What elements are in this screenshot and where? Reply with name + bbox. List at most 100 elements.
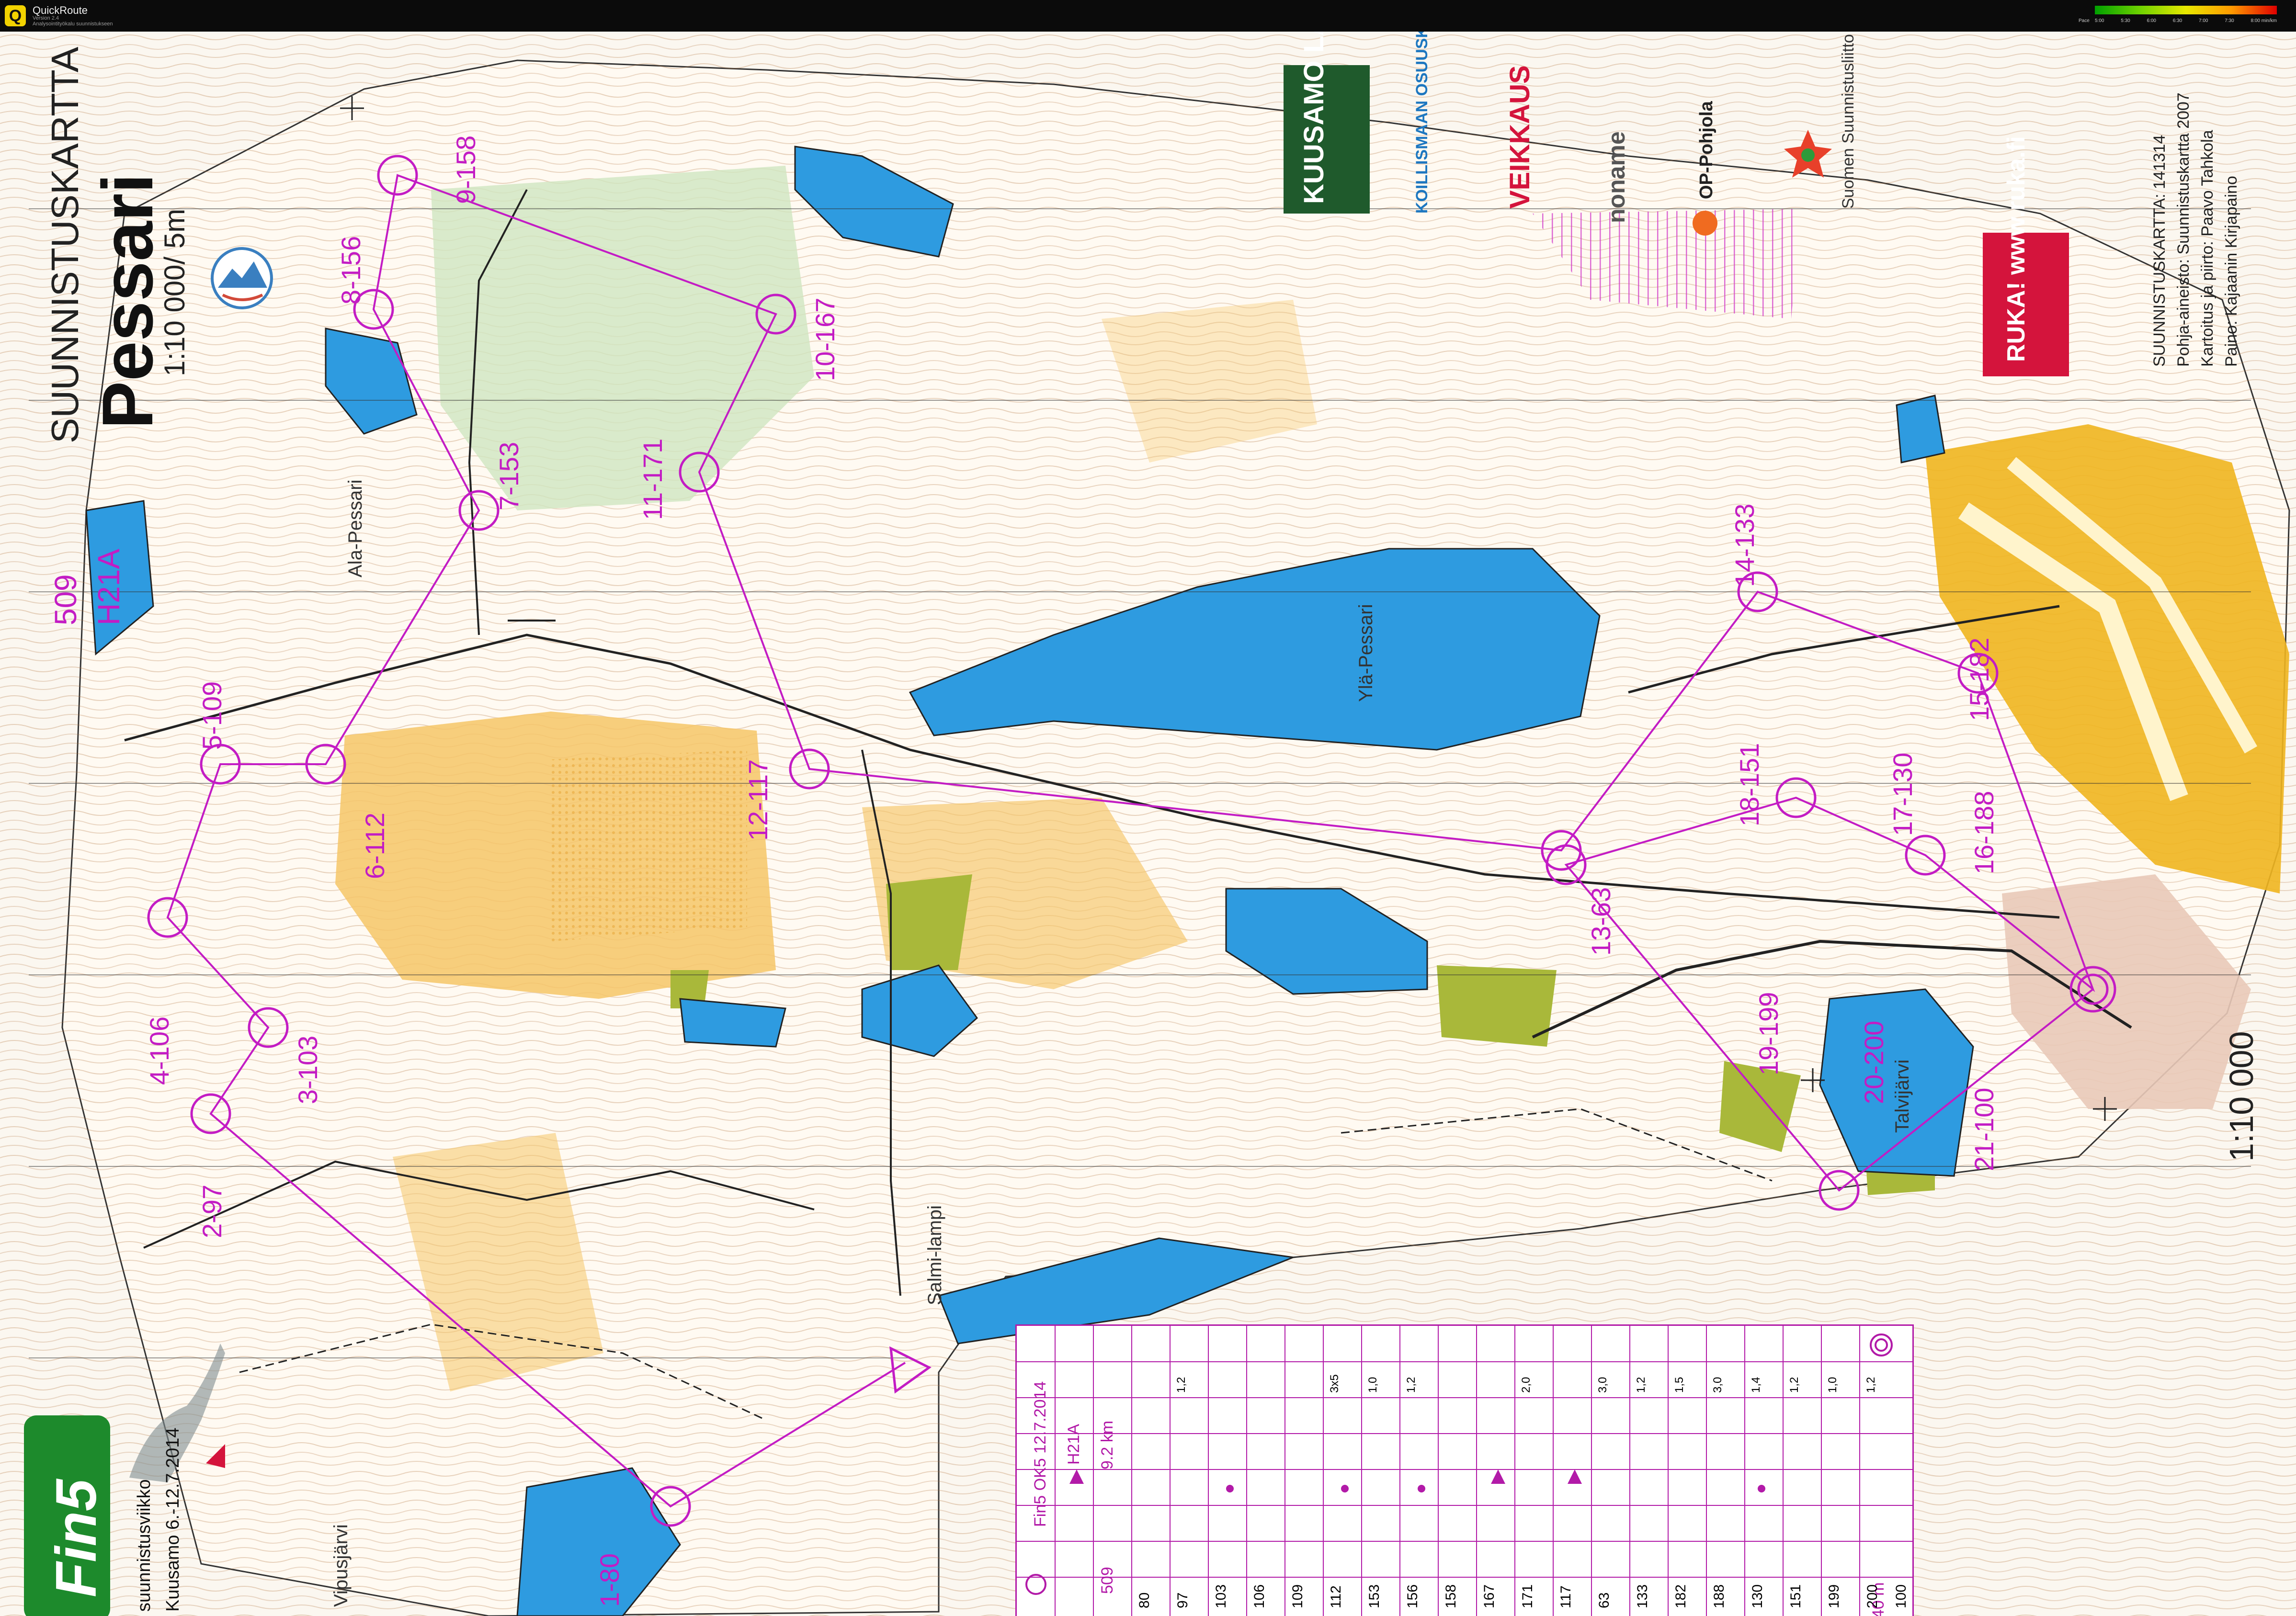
map-scale: 1:10 000/ 5m xyxy=(159,208,191,376)
place-name: Vipusjärvi xyxy=(330,1524,352,1607)
control-label: 2-97 xyxy=(197,1184,227,1238)
control-circle-6 xyxy=(305,744,346,785)
sponsor-name: VEIKKAUS xyxy=(1504,65,1535,209)
sheet-row-code: 200 xyxy=(1864,1584,1880,1608)
description-grid xyxy=(1017,1326,1912,1616)
credits-line: Pohja-aineisto: Suunnistuskartta 2007 xyxy=(2174,92,2193,367)
sponsor-name: RUKA! www.ruka.fi xyxy=(2002,136,2030,362)
course-class: H21A xyxy=(91,548,126,625)
sheet-course: 509 xyxy=(1098,1567,1116,1594)
sheet-row-code: 97 xyxy=(1175,1592,1191,1608)
sponsor-name: Suomen Suunnistusliitto xyxy=(1839,34,1857,209)
sheet-title: Fin5 OK5 12.7.2014 xyxy=(1031,1381,1049,1527)
sheet-dimension: 2,0 xyxy=(1520,1377,1533,1393)
control-label: 17-130 xyxy=(1887,752,1918,836)
control-description-sheet: Fin5 OK5 12.7.2014 H21A 509 9.2 km 140 m… xyxy=(1015,1324,1914,1616)
sponsor-logo-koillismaan: KOILLISMAAN OSUUSKAUPPA xyxy=(1408,32,1466,223)
sheet-row-code: 109 xyxy=(1290,1584,1306,1608)
pace-tick: 7:00 xyxy=(2199,18,2208,23)
control-label: 14-133 xyxy=(1729,503,1760,587)
control-circle-7 xyxy=(458,490,500,531)
suunnistusliitto-logo-icon xyxy=(1784,130,1832,178)
credits-line: Paino: Kajaanin Kirjapaino xyxy=(2222,176,2240,367)
pace-tick: 6:00 xyxy=(2147,18,2156,23)
control-label: 10-167 xyxy=(810,297,840,381)
sheet-row-code: 130 xyxy=(1750,1584,1765,1608)
control-label: 9-158 xyxy=(451,135,481,204)
control-label: 19-199 xyxy=(1753,992,1784,1075)
credits-line: SUUNNISTUSKARTTA: 141314 xyxy=(2150,135,2169,367)
sponsor-logo-noname: noname xyxy=(1600,79,1638,223)
control-circle-2 xyxy=(190,1093,231,1134)
sponsor-logo-veikkaus: VEIKKAUS xyxy=(1499,65,1547,214)
pace-tick: 6:30 xyxy=(2172,18,2182,23)
control-circle-10 xyxy=(755,294,796,335)
control-circle-16 xyxy=(1905,835,1946,876)
control-circle-11 xyxy=(679,452,720,493)
control-circle-19 xyxy=(1819,1170,1860,1211)
sheet-row-code: 80 xyxy=(1137,1592,1152,1608)
control-circle-4 xyxy=(147,897,188,938)
app-title: QuickRoute xyxy=(33,4,88,16)
orienteering-map[interactable]: 1-80 2-97 3-103 4-106 5-109 6-112 7-153 … xyxy=(0,32,2296,1616)
finish-circle-inner xyxy=(2077,973,2109,1005)
sheet-class: H21A xyxy=(1065,1424,1083,1465)
app-titlebar: Q QuickRoute Version 2.4 Analysointityök… xyxy=(0,0,2296,32)
course-number: 509 xyxy=(48,574,83,625)
sponsor-name: KOILLISMAAN OSUUSKAUPPA xyxy=(1413,32,1431,214)
control-circle-3 xyxy=(248,1007,289,1048)
control-label: 21-100 xyxy=(1969,1087,1999,1171)
pace-tick: 7:30 xyxy=(2225,18,2234,23)
sheet-row-code: 112 xyxy=(1328,1585,1344,1608)
app-title-block: QuickRoute Version 2.4 Analysointityökal… xyxy=(33,5,113,27)
sheet-dimension: 1,0 xyxy=(1826,1377,1839,1393)
app-description: Analysointityökalu suunnistukseen xyxy=(33,21,113,27)
pace-tick: 8:00 min/km xyxy=(2251,18,2277,23)
pace-legend-label: Pace xyxy=(2079,18,2090,23)
sheet-dimension: 1,2 xyxy=(1175,1377,1188,1393)
sheet-dimension: 3x5 xyxy=(1328,1374,1341,1393)
sheet-row-code: 167 xyxy=(1481,1584,1497,1608)
sheet-row-code: 158 xyxy=(1443,1584,1459,1608)
sheet-dimension: 1,2 xyxy=(1635,1377,1648,1393)
place-name: Ylä-Pessari xyxy=(1355,604,1376,702)
sheet-row-code: 151 xyxy=(1788,1584,1804,1608)
control-label: 16-188 xyxy=(1969,791,1999,874)
control-label: 8-156 xyxy=(336,236,366,305)
sheet-dimension: 1,2 xyxy=(1864,1377,1877,1393)
sheet-dimension: 1,5 xyxy=(1673,1377,1686,1393)
sheet-row-code: 103 xyxy=(1213,1584,1229,1608)
control-label: 3-103 xyxy=(293,1035,323,1104)
sponsor-name: noname xyxy=(1603,131,1630,223)
event-name: suunnistusviikko xyxy=(134,1479,154,1612)
sheet-row-code: 171 xyxy=(1520,1584,1535,1608)
sponsor-name: KUUSAMO LAPLAND xyxy=(1298,32,1330,204)
sheet-row-code: 100 xyxy=(1893,1584,1909,1608)
sheet-row-code: 156 xyxy=(1405,1584,1421,1608)
sheet-dimension: 3,0 xyxy=(1596,1377,1609,1393)
sheet-row-code: 153 xyxy=(1366,1584,1382,1608)
op-logo-icon xyxy=(1693,211,1717,236)
place-name: Talvijärvi xyxy=(1892,1059,1913,1133)
sheet-row-code: 188 xyxy=(1711,1584,1727,1608)
sheet-dimension: 3,0 xyxy=(1711,1377,1724,1393)
control-label: 11-171 xyxy=(637,438,668,520)
control-label: 5-109 xyxy=(197,681,227,750)
app-version: Version 2.4 xyxy=(33,15,59,21)
sheet-row-code: 106 xyxy=(1251,1584,1267,1608)
control-circle-17 xyxy=(1775,777,1817,818)
fin5-logo: Fin5 xyxy=(24,1415,110,1616)
map-header: SUUNNISTUSKARTTA xyxy=(44,46,86,443)
map-title: Pessari xyxy=(87,173,168,429)
pace-gradient-bar xyxy=(2095,6,2277,14)
sponsor-logo-op-pohjola: OP-Pohjola xyxy=(1686,84,1734,242)
control-circle-9 xyxy=(377,155,418,196)
pace-legend-ticks: 5:00 5:30 6:00 6:30 7:00 7:30 8:00 min/k… xyxy=(2095,18,2277,23)
quickroute-logo-icon: Q xyxy=(5,5,26,26)
control-circle-12 xyxy=(789,748,830,790)
control-label: 4-106 xyxy=(144,1016,174,1085)
sheet-dimension: 1,4 xyxy=(1750,1377,1762,1393)
control-label: 12-117 xyxy=(743,759,773,841)
sheet-row-code: 199 xyxy=(1826,1584,1842,1608)
pace-tick: 5:00 xyxy=(2095,18,2104,23)
